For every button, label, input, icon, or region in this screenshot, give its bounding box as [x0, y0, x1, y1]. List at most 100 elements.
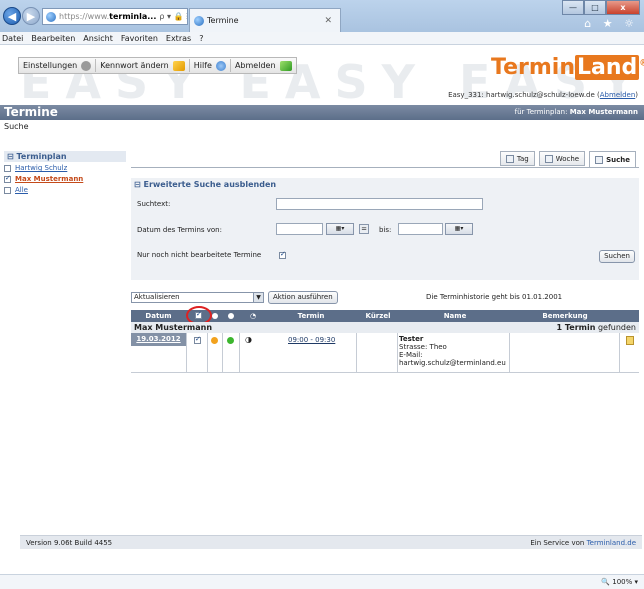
equal-date-button[interactable]: =: [359, 224, 369, 234]
checkbox-checked[interactable]: [4, 174, 11, 183]
tab-divider: [131, 167, 639, 168]
view-tabs: Tag Woche Suche: [499, 151, 636, 168]
forward-icon[interactable]: ▶: [22, 7, 40, 25]
maximize-button[interactable]: □: [584, 0, 606, 15]
sidebar-item-hartwig-schulz[interactable]: Hartwig Schulz: [4, 163, 126, 173]
customer-email: hartwig.schulz@terminland.eu: [399, 359, 506, 367]
tab-close-icon[interactable]: ✕: [324, 16, 332, 26]
tab-suche[interactable]: Suche: [589, 151, 636, 168]
calendar-from-icon[interactable]: ▦▾: [326, 223, 354, 235]
sidebar-item-max-mustermann[interactable]: Max Mustermann: [4, 174, 126, 184]
address-bar[interactable]: https://www. terminla... ρ ▾ 🔒 ☰ C ✕: [42, 8, 188, 25]
change-password-button[interactable]: Kennwort ändern: [96, 58, 189, 73]
divider: [207, 333, 208, 373]
address-actions-icon[interactable]: ρ ▾ 🔒 ☰ C ✕: [159, 12, 187, 21]
date-to-label: bis:: [379, 226, 392, 234]
logo-text: Termin: [491, 55, 575, 80]
page-title: Termine: [4, 105, 58, 119]
column-name[interactable]: Name: [400, 310, 510, 322]
customer-info: Tester Strasse: Theo E-Mail: hartwig.sch…: [399, 335, 506, 367]
globe-icon: [46, 11, 56, 22]
customer-street: Strasse: Theo: [399, 343, 447, 351]
column-bemerkung[interactable]: Bemerkung: [510, 310, 620, 322]
column-datum[interactable]: Datum: [131, 310, 186, 322]
zoom-level[interactable]: 🔍 100% ▾: [601, 575, 638, 589]
page-footer: Version 9.06t Build 4455 Ein Service von…: [20, 535, 642, 549]
url-domain: terminla...: [109, 12, 157, 21]
appointment-time-link[interactable]: 09:00 - 09:30: [288, 336, 335, 344]
advanced-search-toggle-label: Erweiterte Suche ausblenden: [143, 180, 277, 189]
termplan-label: für Terminplan:: [514, 108, 568, 116]
app-toolbar: Einstellungen Kennwort ändern Hilfe Abme…: [18, 57, 297, 74]
appointment-date[interactable]: 19.03.2012: [131, 333, 186, 346]
divider: [222, 333, 223, 373]
back-icon[interactable]: ◀: [3, 7, 21, 25]
sidebar-title[interactable]: ⊟ Terminplan: [4, 151, 126, 162]
menu-datei[interactable]: Datei: [2, 34, 23, 43]
sidebar-item-label[interactable]: Max Mustermann: [15, 175, 83, 183]
termplan-info: für Terminplan: Max Mustermann: [515, 105, 638, 120]
calendar-to-icon[interactable]: ▦▾: [445, 223, 473, 235]
window-controls: — □ x: [562, 0, 640, 15]
advanced-search-panel: ⊟ Erweiterte Suche ausblenden Suchtext: …: [131, 178, 639, 280]
browser-titlebar: ◀ ▶ https://www. terminla... ρ ▾ 🔒 ☰ C ✕…: [0, 0, 644, 32]
settings-button[interactable]: Einstellungen: [19, 58, 95, 73]
help-button[interactable]: Hilfe: [190, 58, 230, 73]
url-prefix: https://www.: [59, 12, 110, 21]
service-text: Ein Service von Terminland.de: [530, 536, 636, 550]
group-found-label: gefunden: [597, 323, 636, 332]
date-from-input[interactable]: [276, 223, 323, 235]
chevron-down-icon: ▼: [253, 293, 263, 302]
search-text-input[interactable]: [276, 198, 483, 210]
clock-icon: ◑: [245, 335, 252, 344]
only-unprocessed-checkbox[interactable]: [279, 250, 286, 259]
menu-ansicht[interactable]: Ansicht: [83, 34, 113, 43]
tab-woche[interactable]: Woche: [538, 151, 586, 166]
logout-label: Abmelden: [234, 61, 276, 70]
orange-status-dot-icon[interactable]: [211, 337, 218, 344]
minimize-button[interactable]: —: [562, 0, 584, 15]
row-checkbox[interactable]: [194, 335, 201, 344]
menu-favoriten[interactable]: Favoriten: [121, 34, 158, 43]
user-info: Easy_331: hartwig.schulz@schulz-loew.de …: [448, 91, 638, 99]
action-select[interactable]: Aktualisieren ▼: [131, 292, 264, 303]
menu-help[interactable]: ?: [199, 34, 203, 43]
column-kuerzel[interactable]: Kürzel: [356, 310, 400, 322]
divider: [356, 333, 357, 373]
home-favorites-tools-icon[interactable]: ⌂ ★ ☼: [584, 17, 638, 30]
column-termin[interactable]: Termin: [266, 310, 356, 322]
logo-box: Land: [574, 55, 640, 80]
divider: [397, 333, 398, 373]
checkbox[interactable]: [4, 164, 11, 172]
search-button[interactable]: Suchen: [599, 250, 635, 263]
sidebar-title-label: Terminplan: [16, 152, 67, 161]
tab-globe-icon: [194, 15, 204, 26]
checkbox[interactable]: [4, 186, 11, 194]
divider: [239, 333, 240, 373]
group-count: 1 Termin gefunden: [557, 322, 636, 333]
advanced-search-toggle[interactable]: ⊟ Erweiterte Suche ausblenden: [131, 178, 639, 192]
tab-label: Tag: [516, 154, 529, 163]
terminland-link[interactable]: Terminland.de: [587, 539, 636, 547]
logout-button[interactable]: Abmelden: [231, 58, 296, 73]
note-icon[interactable]: [626, 336, 634, 345]
browser-tab-termine[interactable]: Termine ✕: [189, 8, 341, 32]
sidebar-item-alle[interactable]: Alle: [4, 185, 126, 195]
history-note: Die Terminhistorie geht bis 01.01.2001: [426, 293, 563, 301]
menu-bearbeiten[interactable]: Bearbeiten: [31, 34, 75, 43]
user-email: Easy_331: hartwig.schulz@schulz-loew.de: [448, 91, 595, 99]
run-action-button[interactable]: Aktion ausführen: [268, 291, 338, 304]
clock-icon: ◔: [249, 312, 257, 320]
change-password-label: Kennwort ändern: [100, 61, 169, 70]
group-name: Max Mustermann: [134, 323, 213, 332]
date-to-input[interactable]: [398, 223, 443, 235]
sidebar-item-label[interactable]: Hartwig Schulz: [15, 164, 67, 172]
logout-link[interactable]: Abmelden: [600, 91, 636, 99]
page-subtitle: Suche: [4, 122, 29, 131]
sidebar-item-label[interactable]: Alle: [15, 186, 28, 194]
tab-tag[interactable]: Tag: [499, 151, 535, 166]
close-window-button[interactable]: x: [606, 0, 640, 15]
table-row: 19.03.2012 ◑ 09:00 - 09:30 Tester Strass…: [131, 333, 639, 373]
green-status-dot-icon[interactable]: [227, 337, 234, 344]
menu-extras[interactable]: Extras: [166, 34, 191, 43]
